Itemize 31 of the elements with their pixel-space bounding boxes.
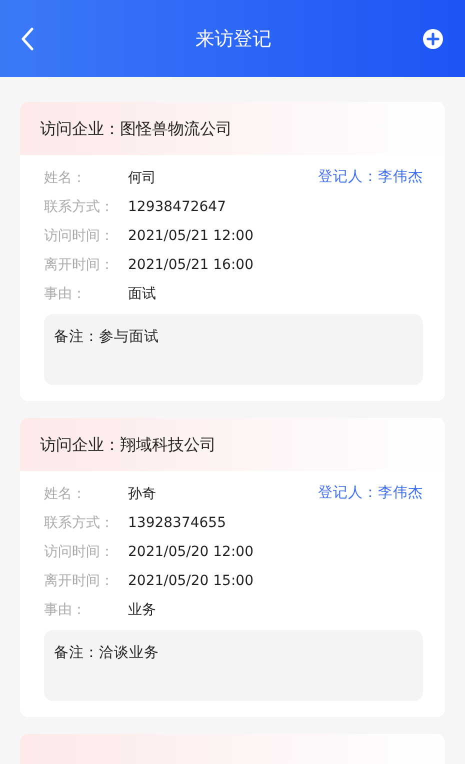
registrar-text: 登记人：李伟杰 <box>318 486 423 501</box>
field-value: 13928374655 <box>128 516 227 530</box>
field-label: 姓名： <box>44 486 87 500</box>
note-text: 备注：洽谈业务 <box>54 645 159 661</box>
company-text: 访问企业：图怪兽物流公司 <box>40 120 232 136</box>
field-label: 姓名： <box>44 170 87 184</box>
field-label: 访问时间： <box>44 228 115 242</box>
add-icon[interactable] <box>423 28 443 48</box>
field-label: 访问时间： <box>44 544 115 558</box>
field-value: 2021/05/20 15:00 <box>128 574 254 588</box>
field-label: 事由： <box>44 602 87 616</box>
registrar-text: 登记人：李伟杰 <box>318 170 423 185</box>
visit-card[interactable]: 访问企业：翔域科技公司 姓名： 孙奇 登记人：李伟杰 联系方式： 13928374655 访问时间： 2021/05/20 12:00 离开时间： 2021/05/20 15:00 事由： 业务 备注：洽谈业务 <box>20 418 445 717</box>
field-label: 离开时间： <box>44 258 115 272</box>
field-value: 孙奇 <box>128 486 157 500</box>
field-value: 业务 <box>128 602 157 616</box>
field-label: 联系方式： <box>44 200 115 214</box>
field-value: 何司 <box>128 170 157 184</box>
field-value: 2021/05/20 12:00 <box>128 544 254 558</box>
field-label: 离开时间： <box>44 574 115 588</box>
field-label: 事由： <box>44 286 87 300</box>
field-value: 面试 <box>128 286 157 300</box>
visit-card[interactable]: 访问企业：图怪兽物流公司 姓名： 何司 登记人：李伟杰 联系方式： 12938472647 访问时间： 2021/05/21 12:00 离开时间： 2021/05/21 16:00 事由： 面试 备注：参与面试 <box>20 102 445 401</box>
field-value: 2021/05/21 16:00 <box>128 258 254 272</box>
field-value: 12938472647 <box>128 200 227 214</box>
company-text: 访问企业：翔域科技公司 <box>40 436 216 452</box>
back-icon[interactable] <box>20 26 34 50</box>
page-title: 来访登记 <box>196 26 272 52</box>
field-value: 2021/05/21 12:00 <box>128 228 254 242</box>
field-label: 联系方式： <box>44 516 115 530</box>
note-text: 备注：参与面试 <box>54 329 159 345</box>
